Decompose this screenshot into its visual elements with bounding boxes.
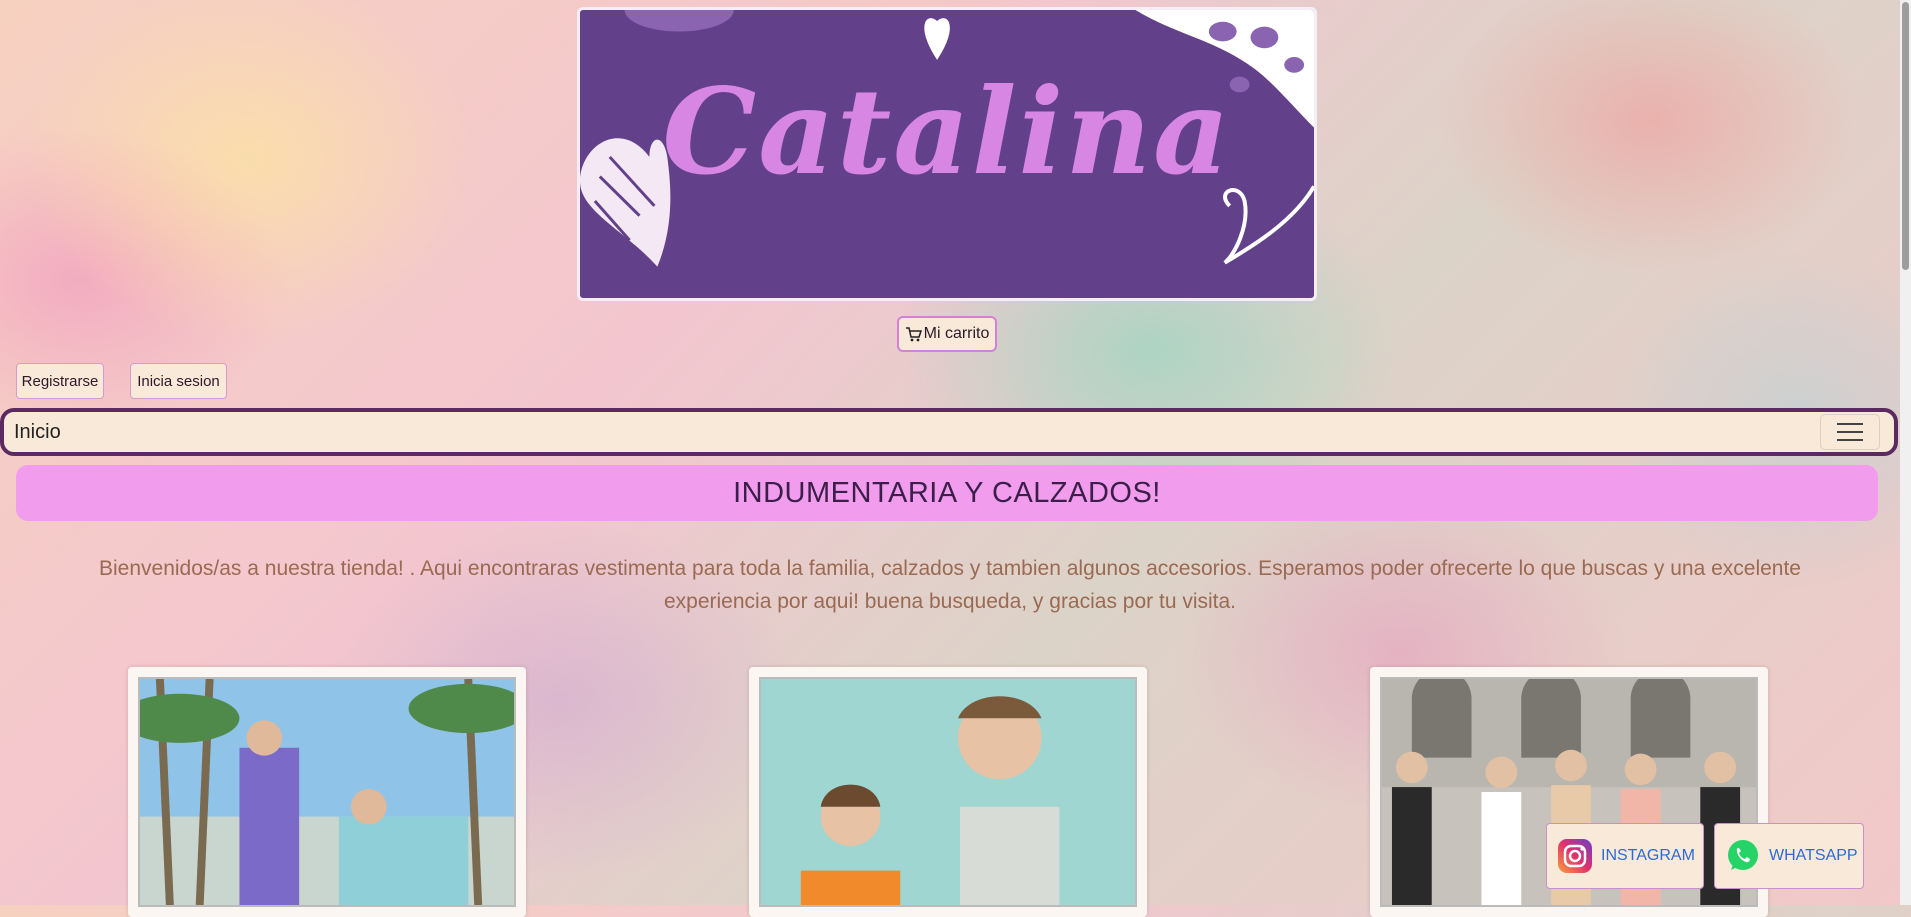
instagram-label: INSTAGRAM <box>1601 847 1695 864</box>
product-card[interactable] <box>749 667 1147 917</box>
scrollbar-thumb[interactable] <box>1902 2 1909 270</box>
page-headline: INDUMENTARIA Y CALZADOS! <box>16 465 1878 521</box>
hamburger-menu-icon[interactable] <box>1820 414 1880 450</box>
product-card[interactable] <box>128 667 526 917</box>
register-button[interactable]: Registrarse <box>16 363 104 399</box>
store-banner: Catalina <box>577 7 1317 301</box>
whatsapp-button[interactable]: WHATSAPP <box>1714 823 1864 889</box>
whatsapp-label: WHATSAPP <box>1769 847 1858 864</box>
cart-label: Mi carrito <box>923 325 990 342</box>
banner-title: Catalina <box>662 62 1232 201</box>
instagram-button[interactable]: INSTAGRAM <box>1546 823 1704 889</box>
page-scrollbar[interactable] <box>1900 0 1911 905</box>
card-image-men <box>138 677 516 907</box>
navbar: Inicio <box>0 408 1898 456</box>
nav-home-link[interactable]: Inicio <box>14 421 61 444</box>
welcome-text: Bienvenidos/as a nuestra tienda! . Aqui … <box>99 557 1801 613</box>
cart-icon <box>905 326 922 342</box>
cart-button[interactable]: Mi carrito <box>897 316 997 352</box>
login-button[interactable]: Inicia sesion <box>130 363 227 399</box>
instagram-icon <box>1557 838 1593 874</box>
card-image-kids <box>759 677 1137 907</box>
whatsapp-icon <box>1725 838 1761 874</box>
